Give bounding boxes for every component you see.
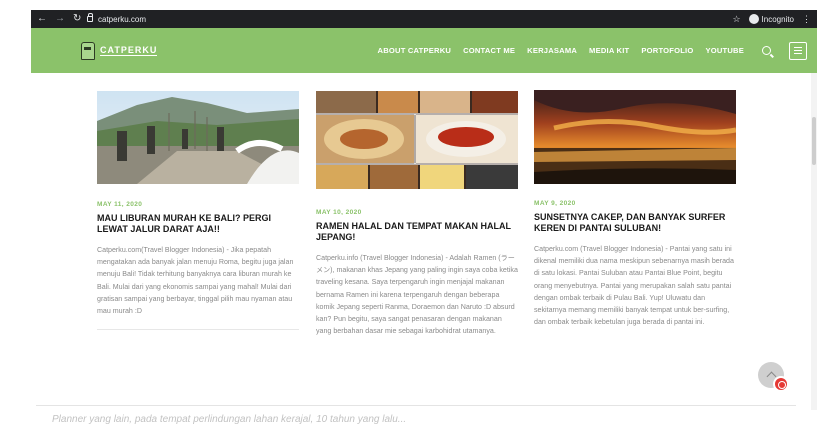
- site-logo[interactable]: CATPERKU: [81, 41, 158, 60]
- reload-icon[interactable]: ↻: [73, 14, 81, 24]
- browser-window: ← → ↻ catperku.com ☆ Incognito ⋮ CATPERK…: [31, 10, 817, 410]
- post-divider: [97, 329, 299, 331]
- menu-item-portofolio[interactable]: PORTOFOLIO: [641, 46, 693, 55]
- scrollbar-thumb[interactable]: [812, 117, 816, 165]
- browser-nav: ← → ↻: [37, 14, 85, 24]
- hamburger-menu-icon[interactable]: [789, 41, 807, 60]
- post-excerpt: Catperku.com(Travel Blogger Indonesia) -…: [97, 246, 294, 316]
- url-text[interactable]: catperku.com: [98, 15, 146, 24]
- logo-text: CATPERKU: [100, 45, 158, 56]
- logo-icon: [81, 41, 95, 60]
- incognito-label: Incognito: [761, 14, 794, 24]
- post-title[interactable]: SUNSETNYA CAKEP, DAN BANYAK SURFER KEREN…: [534, 212, 736, 234]
- post-grid: MAY 11, 2020 MAU LIBURAN MURAH KE BALI? …: [31, 73, 817, 410]
- star-icon[interactable]: ☆: [732, 14, 740, 25]
- lock-icon: [87, 13, 93, 22]
- page-divider: [36, 405, 796, 406]
- incognito-badge[interactable]: Incognito: [748, 14, 794, 24]
- back-arrow-icon[interactable]: ←: [37, 14, 47, 24]
- search-icon[interactable]: [762, 46, 771, 55]
- kebab-menu-icon[interactable]: ⋮: [802, 14, 811, 25]
- ramen-food-collage-photo[interactable]: [316, 91, 518, 189]
- browser-actions: ☆ Incognito ⋮: [732, 14, 811, 25]
- browser-toolbar: ← → ↻ catperku.com ☆ Incognito ⋮: [31, 10, 817, 28]
- post-card: MAY 10, 2020 RAMEN HALAL DAN TEMPAT MAKA…: [316, 91, 518, 337]
- page-scrollbar[interactable]: [811, 73, 817, 410]
- notification-icon[interactable]: [773, 376, 789, 392]
- site-header: CATPERKU ABOUT CATPERKU CONTACT ME KERJA…: [31, 28, 817, 73]
- post-date: MAY 11, 2020: [97, 201, 143, 208]
- caption-text: Planner yang lain, pada tempat perlindun…: [52, 414, 407, 425]
- forward-arrow-icon[interactable]: →: [55, 14, 65, 24]
- post-date: MAY 10, 2020: [316, 209, 362, 216]
- menu-item-youtube[interactable]: YOUTUBE: [705, 46, 744, 55]
- post-excerpt: Catperku.info (Travel Blogger Indonesia)…: [316, 254, 518, 336]
- post-excerpt: Catperku.com (Travel Blogger Indonesia) …: [534, 245, 734, 327]
- post-date: MAY 9, 2020: [534, 200, 576, 207]
- address-bar[interactable]: catperku.com: [87, 13, 146, 24]
- menu-item-media-kit[interactable]: MEDIA KIT: [589, 46, 629, 55]
- bali-hill-temple-photo[interactable]: [97, 91, 299, 184]
- post-card: MAY 9, 2020 SUNSETNYA CAKEP, DAN BANYAK …: [534, 90, 736, 328]
- main-menu: ABOUT CATPERKU CONTACT ME KERJASAMA MEDI…: [378, 41, 807, 60]
- menu-item-about[interactable]: ABOUT CATPERKU: [378, 46, 452, 55]
- post-card: MAY 11, 2020 MAU LIBURAN MURAH KE BALI? …: [97, 91, 299, 331]
- post-title[interactable]: MAU LIBURAN MURAH KE BALI? PERGI LEWAT J…: [97, 213, 299, 235]
- menu-item-contact[interactable]: CONTACT ME: [463, 46, 515, 55]
- suluban-sunset-photo[interactable]: [534, 90, 736, 184]
- incognito-icon: [748, 14, 759, 24]
- menu-item-kerjasama[interactable]: KERJASAMA: [527, 46, 577, 55]
- post-title[interactable]: RAMEN HALAL DAN TEMPAT MAKAN HALAL JEPAN…: [316, 221, 518, 243]
